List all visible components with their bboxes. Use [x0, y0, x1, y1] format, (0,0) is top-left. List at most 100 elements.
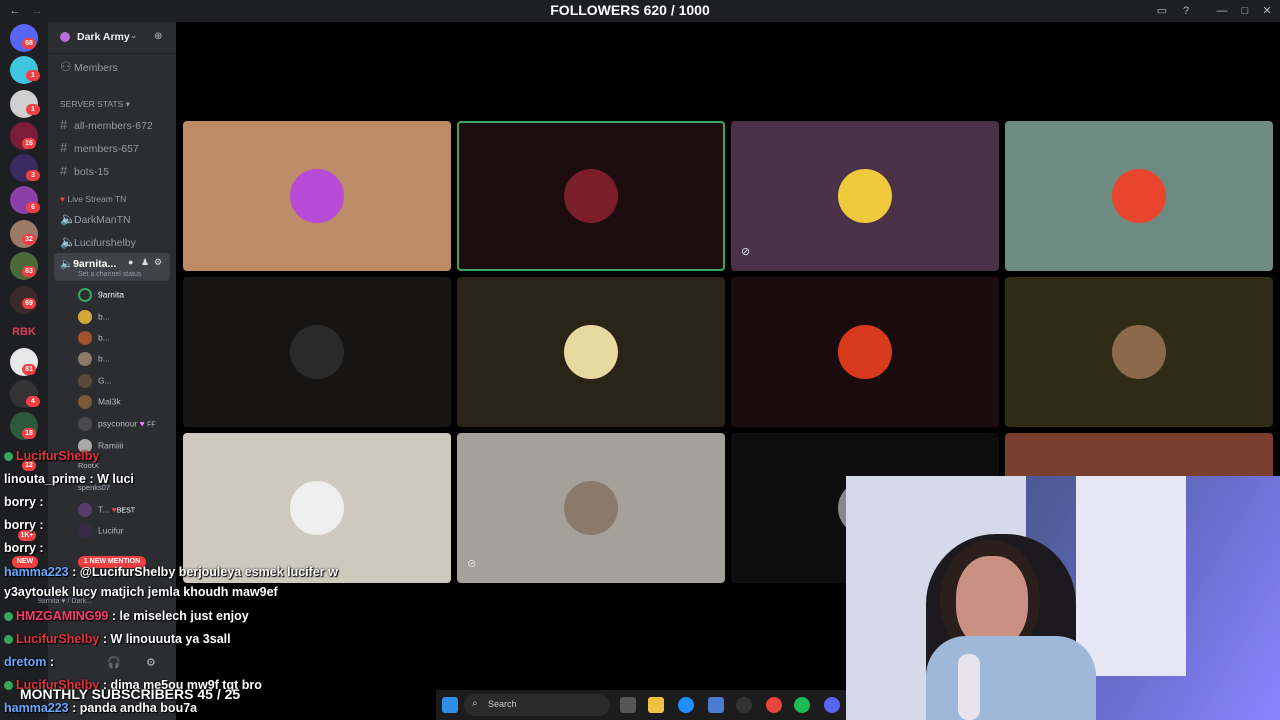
- participant-tile[interactable]: [183, 121, 451, 271]
- members-channel[interactable]: ⚇ Members: [60, 59, 118, 75]
- avatar: [78, 417, 92, 431]
- verified-icon: [4, 452, 13, 462]
- members-icon: ⚇: [60, 59, 72, 74]
- server-badge: 63: [22, 266, 36, 277]
- windows-start-icon[interactable]: [442, 697, 458, 713]
- participant-tile[interactable]: [1005, 121, 1273, 271]
- windows-taskbar: ⌕ Search: [436, 690, 846, 720]
- chat-message: HMZGAMING99 : le miselech just enjoy: [4, 609, 249, 623]
- close-icon[interactable]: ✕: [1260, 4, 1274, 18]
- taskbar-search[interactable]: ⌕ Search: [464, 694, 610, 716]
- server-badge: 18: [22, 428, 36, 439]
- speaker-icon: 🔈: [60, 258, 74, 270]
- participant-tile[interactable]: [457, 121, 725, 271]
- dm-badge: 68: [22, 38, 36, 49]
- server-badge: 16: [22, 138, 36, 149]
- participant-tile[interactable]: [183, 433, 451, 583]
- avatar: [78, 288, 92, 302]
- server-badge: 1: [26, 104, 40, 115]
- server-badge: 4: [26, 396, 40, 407]
- store-icon[interactable]: [708, 697, 724, 713]
- voice-user[interactable]: b...: [78, 310, 110, 324]
- server-header[interactable]: Dark Army ⌄ ⊕: [48, 22, 176, 54]
- headphones-icon[interactable]: 🎧: [107, 656, 121, 669]
- hash-icon: #: [60, 140, 68, 155]
- participant-tile[interactable]: ⊘: [457, 433, 725, 583]
- server-badge: 1: [26, 70, 40, 81]
- participant-tile[interactable]: [731, 277, 999, 427]
- muted-mic-icon: ⊘: [741, 246, 751, 258]
- spotify-icon[interactable]: [794, 697, 810, 713]
- discord-icon[interactable]: [824, 697, 840, 713]
- task-view-icon[interactable]: [620, 697, 636, 713]
- chat-message: LucifurShelby: [4, 449, 99, 463]
- participant-avatar: [290, 481, 344, 535]
- add-user-icon[interactable]: ♟: [141, 257, 149, 268]
- gear-icon[interactable]: ⚙: [154, 257, 162, 268]
- gear-icon[interactable]: ⚙: [146, 656, 156, 669]
- channel-members[interactable]: # members-657: [60, 140, 139, 155]
- server-stats-category[interactable]: SERVER STATS ▾: [60, 99, 130, 110]
- participant-tile[interactable]: [1005, 277, 1273, 427]
- chat-message: dretom :: [4, 655, 55, 669]
- avatar: [78, 310, 92, 324]
- server-name: Dark Army: [77, 31, 130, 43]
- voice-channel-lucifurshelby[interactable]: 🔈Lucifurshelby: [60, 234, 136, 250]
- muted-mic-icon: ⊘: [467, 558, 477, 570]
- server-icon[interactable]: RBK: [10, 318, 38, 346]
- voice-user[interactable]: b...: [78, 331, 110, 345]
- speaker-icon: 🔈: [60, 211, 77, 226]
- participant-avatar: [564, 325, 618, 379]
- chat-message: borry :: [4, 518, 44, 532]
- participant-avatar: [290, 325, 344, 379]
- verified-icon: [4, 681, 13, 691]
- search-placeholder: Search: [488, 699, 517, 709]
- chat-message: hamma223 : panda andha bou7a: [4, 701, 198, 715]
- subscribers-goal: MONTHLY SUBSCRIBERS 45 / 25: [20, 686, 241, 702]
- speaker-icon: 🔈: [60, 234, 77, 249]
- participant-avatar: [1112, 325, 1166, 379]
- voice-user[interactable]: 9arnita: [78, 288, 124, 302]
- channel-bots[interactable]: # bots-15: [60, 163, 109, 178]
- channel-all-members[interactable]: # all-members-672: [60, 117, 153, 132]
- voice-user[interactable]: b...: [78, 352, 110, 366]
- live-stream-category[interactable]: ♥ Live Stream TN: [60, 194, 126, 204]
- chat-message: hamma223 : @LucifurShelby berjouleya esm…: [4, 565, 338, 579]
- channel-status-hint[interactable]: Set a channel status: [78, 271, 141, 278]
- voice-user[interactable]: T... ♥BEST: [78, 503, 135, 517]
- invite-people-icon[interactable]: ⊕: [154, 31, 162, 42]
- active-voice-channel-name: 🔈9arnita...: [60, 258, 117, 270]
- participant-avatar: [1112, 169, 1166, 223]
- voice-user[interactable]: Mal3k: [78, 395, 121, 409]
- chrome-icon[interactable]: [766, 697, 782, 713]
- server-badge: 69: [22, 298, 36, 309]
- file-explorer-icon[interactable]: [648, 697, 664, 713]
- chat-message: borry :: [4, 541, 44, 555]
- verified-icon: [4, 612, 13, 622]
- participant-tile[interactable]: ⊘: [731, 121, 999, 271]
- edge-icon[interactable]: [678, 697, 694, 713]
- voice-channel-active[interactable]: 🔈9arnita... Set a channel status ● ♟ ⚙: [54, 253, 170, 281]
- obs-icon[interactable]: [736, 697, 752, 713]
- participant-avatar: [838, 325, 892, 379]
- voice-user[interactable]: Lucifur: [78, 524, 124, 538]
- server-badge: 3: [26, 170, 40, 181]
- chat-bubble-icon[interactable]: ●: [128, 257, 133, 267]
- voice-channel-darkman[interactable]: 🔈DarkManTN: [60, 211, 131, 227]
- avatar: [78, 395, 92, 409]
- webcam-face: [956, 556, 1028, 648]
- voice-user[interactable]: psyconour ♥ FF: [78, 417, 156, 431]
- webcam-overlay: [846, 476, 1280, 720]
- participant-tile[interactable]: [183, 277, 451, 427]
- participant-avatar: [564, 481, 618, 535]
- voice-user[interactable]: G...: [78, 374, 112, 388]
- participant-tile[interactable]: [457, 277, 725, 427]
- chat-message: linouta_prime : W luci: [4, 472, 134, 486]
- chat-message: borry :: [4, 495, 44, 509]
- search-icon: ⌕: [472, 698, 478, 709]
- server-badge: 32: [22, 234, 36, 245]
- avatar: [78, 352, 92, 366]
- hash-icon: #: [60, 163, 68, 178]
- avatar: [78, 374, 92, 388]
- webcam-microphone: [958, 654, 980, 720]
